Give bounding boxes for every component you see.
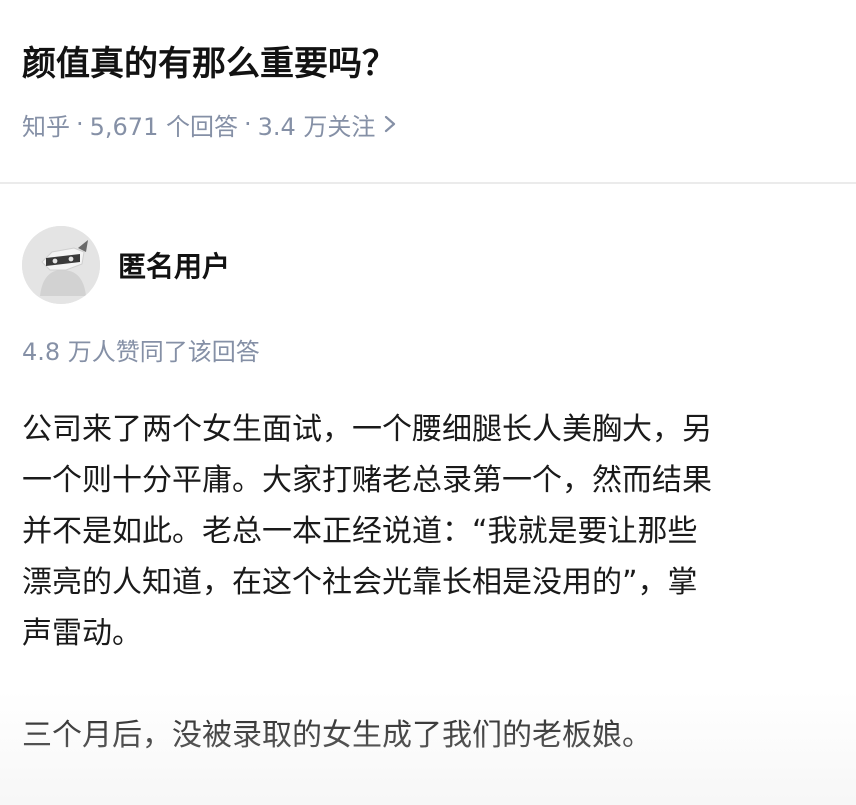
question-header: 颜值真的有那么重要吗？ 知乎 · 5,671 个回答 · 3.4 万关注 xyxy=(0,0,856,182)
answer-content[interactable]: 公司来了两个女生面试，一个腰细腿长人美胸大，另 一个则十分平庸。大家打赌老总录第… xyxy=(22,404,856,761)
anonymous-user-avatar-icon[interactable] xyxy=(22,226,100,304)
answer-text-line: 公司来了两个女生面试，一个腰细腿长人美胸大，另 xyxy=(22,412,712,447)
follower-count: 3.4 万关注 xyxy=(257,112,376,141)
answer-text-line: 并不是如此。老总一本正经说道：“我就是要让那些 xyxy=(22,514,698,549)
answer-card: 匿名用户 4.8 万人赞同了该回答 公司来了两个女生面试，一个腰细腿长人美胸大，… xyxy=(0,184,856,805)
answer-text-line: 一个则十分平庸。大家打赌老总录第一个，然而结果 xyxy=(22,463,712,498)
meta-separator: · xyxy=(76,110,84,138)
meta-separator: · xyxy=(243,110,252,138)
source-label: 知乎 xyxy=(22,112,70,141)
author-row[interactable]: 匿名用户 xyxy=(22,226,230,304)
zhihu-answer-page: 颜值真的有那么重要吗？ 知乎 · 5,671 个回答 · 3.4 万关注 匿名用… xyxy=(0,0,856,805)
answer-text-line: 三个月后，没被录取的女生成了我们的老板娘。 xyxy=(22,718,652,753)
vote-count: 4.8 万人赞同了该回答 xyxy=(22,338,260,366)
avatar-mask-graphic xyxy=(22,226,100,304)
question-meta[interactable]: 知乎 · 5,671 个回答 · 3.4 万关注 xyxy=(22,104,397,144)
question-title[interactable]: 颜值真的有那么重要吗？ xyxy=(22,36,396,92)
author-name[interactable]: 匿名用户 xyxy=(118,245,230,285)
answer-text-line: 声雷动。 xyxy=(22,616,142,651)
answer-text-line: 漂亮的人知道，在这个社会光靠长相是没用的”，掌 xyxy=(22,565,698,600)
chevron-right-icon xyxy=(385,115,396,133)
answer-count: 5,671 个回答 xyxy=(89,112,238,141)
